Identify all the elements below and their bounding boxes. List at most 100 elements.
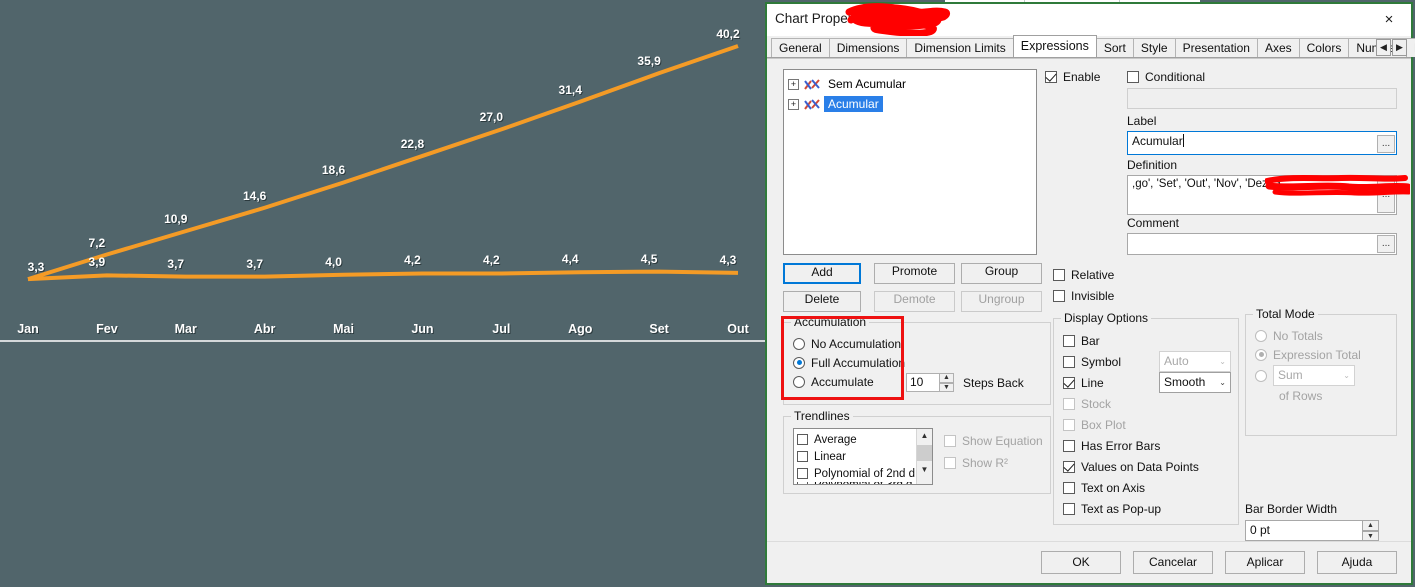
bar-border-width-down-icon[interactable]: ▼: [1362, 530, 1379, 541]
display-option-checkbox[interactable]: [1063, 481, 1075, 494]
tab-scroll-left-icon[interactable]: ◀: [1376, 39, 1391, 56]
definition-input-value: ,go', 'Set', 'Out', 'Nov', 'Dez'}>: [1132, 178, 1281, 190]
group-button[interactable]: Group: [961, 263, 1042, 284]
display-option-checkbox[interactable]: [1063, 502, 1075, 515]
display-option-line: Text on Axis: [1063, 477, 1231, 498]
label-input[interactable]: Acumular ...: [1127, 131, 1397, 155]
trendline-checkbox[interactable]: [797, 468, 808, 479]
tab-style[interactable]: Style: [1132, 38, 1176, 57]
steps-back-down-icon[interactable]: ▼: [939, 382, 954, 392]
invisible-label: Invisible: [1071, 288, 1115, 303]
tab-presentation[interactable]: Presentation: [1174, 38, 1258, 57]
x-axis-tick-label: Fev: [96, 322, 118, 336]
expression-item-label: Acumular: [824, 96, 883, 112]
trendline-checkbox[interactable]: [797, 451, 808, 462]
tab-dimensions[interactable]: Dimensions: [828, 38, 908, 57]
cancel-button[interactable]: Cancelar: [1133, 551, 1213, 574]
trendline-checkbox[interactable]: [797, 434, 808, 445]
expand-plus-icon[interactable]: +: [788, 78, 799, 90]
accumulation-option-accumulate[interactable]: Accumulate: [793, 372, 905, 391]
tab-sort[interactable]: Sort: [1095, 38, 1134, 57]
tab-font[interactable]: Font: [1406, 38, 1415, 57]
conditional-checkbox-row[interactable]: Conditional: [1127, 67, 1205, 86]
trendline-label: Linear: [814, 450, 846, 463]
display-option-text-as-pop-up[interactable]: Text as Pop-up: [1063, 499, 1161, 518]
accumulation-option-no-accumulation[interactable]: No Accumulation: [793, 334, 905, 353]
trendline-item[interactable]: Average: [797, 431, 932, 448]
bar-border-width-input[interactable]: 0 pt: [1245, 520, 1363, 541]
bar-border-width-label: Bar Border Width: [1245, 502, 1338, 516]
enable-checkbox[interactable]: [1045, 70, 1057, 83]
expressions-tree-list[interactable]: + Sem Acumular + Acumular: [783, 69, 1037, 255]
trendlines-list[interactable]: Average Linear Polynomial of 2nd d Polynomi…: [793, 428, 933, 485]
trendlines-scroll-thumb[interactable]: [917, 445, 932, 461]
display-option-bar[interactable]: Bar: [1063, 331, 1159, 350]
data-label-acumular: 27,0: [479, 110, 504, 125]
expression-list-item[interactable]: + Acumular: [788, 94, 1036, 114]
accumulation-option-full-accumulation[interactable]: Full Accumulation: [793, 353, 905, 372]
display-option-symbol[interactable]: Symbol: [1063, 352, 1159, 371]
invisible-checkbox-row[interactable]: Invisible: [1053, 286, 1114, 305]
trendlines-scroll-down-icon[interactable]: ▼: [917, 463, 932, 477]
display-option-checkbox[interactable]: [1063, 334, 1075, 347]
radio-indicator[interactable]: [793, 375, 805, 388]
delete-button[interactable]: Delete: [783, 291, 861, 312]
label-ellipsis-button[interactable]: ...: [1377, 135, 1395, 153]
total-mode-expression-total-radio: [1255, 348, 1267, 361]
tab-general[interactable]: General: [771, 38, 830, 57]
add-button[interactable]: Add: [783, 263, 861, 284]
conditional-checkbox[interactable]: [1127, 70, 1139, 83]
display-option-checkbox: [1063, 418, 1075, 431]
expand-plus-icon[interactable]: +: [788, 98, 799, 110]
trendline-item[interactable]: Linear: [797, 448, 932, 465]
relative-checkbox-row[interactable]: Relative: [1053, 265, 1114, 284]
display-option-checkbox[interactable]: [1063, 460, 1075, 473]
steps-back-up-icon[interactable]: ▲: [939, 373, 954, 383]
apply-button[interactable]: Aplicar: [1225, 551, 1305, 574]
tab-axes[interactable]: Axes: [1256, 38, 1300, 57]
close-icon[interactable]: ×: [1367, 4, 1411, 34]
display-option-checkbox[interactable]: [1063, 439, 1075, 452]
accumulation-group-title: Accumulation: [791, 315, 870, 329]
radio-indicator[interactable]: [793, 337, 805, 350]
steps-back-input[interactable]: 10: [906, 373, 940, 392]
comment-ellipsis-button[interactable]: ...: [1377, 235, 1395, 253]
radio-indicator[interactable]: [793, 356, 805, 369]
total-mode-aggregation-radio: [1255, 369, 1267, 382]
help-button[interactable]: Ajuda: [1317, 551, 1397, 574]
display-option-checkbox[interactable]: [1063, 355, 1075, 368]
definition-ellipsis-button[interactable]: ...: [1377, 177, 1395, 213]
trendlines-scroll-up-icon[interactable]: ▲: [917, 429, 932, 443]
accumulation-radio-group: No Accumulation Full Accumulation Accumula…: [793, 334, 905, 391]
definition-input[interactable]: ,go', 'Set', 'Out', 'Nov', 'Dez'}> ...: [1127, 175, 1397, 215]
ok-button[interactable]: OK: [1041, 551, 1121, 574]
tab-scroll-right-icon[interactable]: ▶: [1392, 39, 1407, 56]
tab-expressions[interactable]: Expressions: [1012, 35, 1097, 57]
trendlines-scrollbar[interactable]: ▲ ▼: [916, 429, 932, 484]
trendline-checkbox[interactable]: [797, 482, 808, 484]
chart-background: 3,3 7,2 10,9 14,6 18,6 22,8 27,0 31,4 35,9 40,2 3,…: [0, 0, 770, 587]
x-axis-tick-label: Ago: [568, 322, 593, 336]
invisible-checkbox[interactable]: [1053, 289, 1065, 302]
comment-input[interactable]: ...: [1127, 233, 1397, 255]
display-option-values-on-data-points[interactable]: Values on Data Points: [1063, 457, 1199, 476]
display-option-checkbox[interactable]: [1063, 376, 1075, 389]
display-option-label: Bar: [1081, 333, 1100, 348]
tab-colors[interactable]: Colors: [1298, 38, 1350, 57]
trendline-item[interactable]: Polynomial of 3rd d: [797, 482, 932, 484]
display-option-has-error-bars[interactable]: Has Error Bars: [1063, 436, 1160, 455]
series-line-acumular: [27, 44, 739, 282]
display-option-text-on-axis[interactable]: Text on Axis: [1063, 478, 1159, 497]
display-option-line[interactable]: Line: [1063, 373, 1159, 392]
enable-label: Enable: [1063, 69, 1101, 84]
enable-checkbox-row[interactable]: Enable: [1045, 67, 1100, 86]
relative-checkbox[interactable]: [1053, 268, 1065, 281]
promote-button[interactable]: Promote: [874, 263, 955, 284]
tab-dimension-limits[interactable]: Dimension Limits: [906, 38, 1014, 57]
data-label-acumular: 7,2: [88, 235, 106, 250]
total-mode-expression-total-label: Expression Total: [1273, 347, 1361, 362]
expression-list-item[interactable]: + Sem Acumular: [788, 74, 1036, 94]
display-option-select-line[interactable]: Smooth ⌄: [1159, 372, 1231, 393]
bar-border-width-up-icon[interactable]: ▲: [1362, 520, 1379, 531]
trendline-item[interactable]: Polynomial of 2nd d: [797, 465, 932, 482]
